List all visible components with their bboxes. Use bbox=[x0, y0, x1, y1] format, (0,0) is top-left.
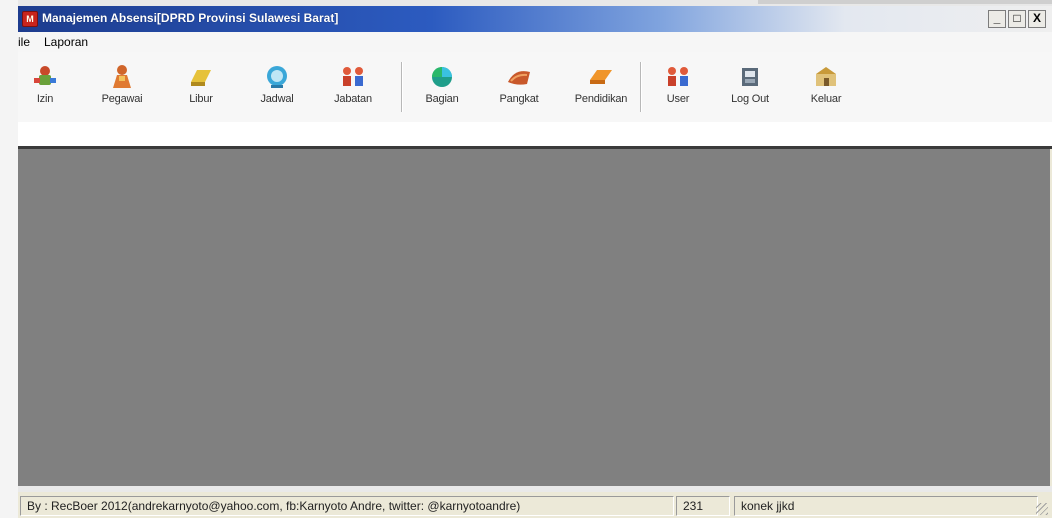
toolbar-user-button[interactable]: User bbox=[643, 58, 713, 118]
toolbar-label: User bbox=[666, 93, 690, 105]
toolbar-label: Pegawai bbox=[101, 93, 143, 105]
toolbar-label: Pendidikan bbox=[574, 93, 628, 105]
libur-icon bbox=[191, 70, 211, 86]
toolbar-separator bbox=[401, 62, 403, 112]
status-connection: konek jjkd bbox=[734, 496, 1038, 516]
toolbar-libur-button[interactable]: Libur bbox=[166, 58, 236, 118]
window-controls: _ □ X bbox=[988, 10, 1046, 28]
status-bar: By : RecBoer 2012(andrekarnyoto@yahoo.co… bbox=[18, 492, 1052, 518]
minimize-button[interactable]: _ bbox=[988, 10, 1006, 28]
toolbar-label: Keluar bbox=[810, 93, 842, 105]
toolbar-label: Jadwal bbox=[260, 93, 294, 105]
toolbar-label: Jabatan bbox=[334, 93, 372, 105]
user-icon bbox=[668, 67, 688, 86]
window-title: Manajemen Absensi[DPRD Provinsi Sulawesi… bbox=[42, 11, 339, 25]
toolbar-pangkat-button[interactable]: Pangkat bbox=[484, 58, 554, 118]
izin-icon bbox=[34, 66, 56, 85]
menu-laporan[interactable]: Laporan bbox=[44, 35, 88, 49]
restore-button[interactable]: □ bbox=[1008, 10, 1026, 28]
app-window: M Manajemen Absensi[DPRD Provinsi Sulawe… bbox=[0, 0, 1052, 518]
toolbar-label: Bagian bbox=[425, 93, 459, 105]
status-credit: By : RecBoer 2012(andrekarnyoto@yahoo.co… bbox=[20, 496, 674, 516]
jabatan-icon bbox=[343, 67, 363, 86]
app-icon[interactable]: M bbox=[22, 11, 38, 27]
toolbar-bagian-button[interactable]: Bagian bbox=[407, 58, 477, 118]
jadwal-icon bbox=[267, 66, 287, 88]
top-edge-segment bbox=[758, 0, 1052, 4]
toolbar-pendidikan-button[interactable]: Pendidikan bbox=[566, 58, 636, 118]
menu-file[interactable]: ile bbox=[18, 35, 30, 49]
logout-icon bbox=[742, 68, 758, 86]
toolbar-label: Izin bbox=[36, 93, 54, 105]
toolbar-spacer bbox=[18, 122, 1052, 146]
bagian-icon bbox=[432, 67, 452, 87]
close-button[interactable]: X bbox=[1028, 10, 1046, 28]
toolbar-izin-button[interactable]: Izin bbox=[10, 58, 80, 118]
toolbar-label: Libur bbox=[189, 93, 213, 105]
pangkat-icon bbox=[508, 71, 530, 85]
pegawai-icon bbox=[113, 65, 131, 88]
toolbar-label: Log Out bbox=[731, 93, 769, 105]
status-count: 231 bbox=[676, 496, 730, 516]
menu-bar: ile Laporan bbox=[18, 32, 1052, 52]
toolbar: Izin Pegawai Libur Jadwal Jabatan Bagian… bbox=[18, 52, 1052, 122]
title-bar[interactable]: M Manajemen Absensi[DPRD Provinsi Sulawe… bbox=[18, 6, 1052, 32]
toolbar-pegawai-button[interactable]: Pegawai bbox=[87, 58, 157, 118]
toolbar-jabatan-button[interactable]: Jabatan bbox=[318, 58, 388, 118]
toolbar-logout-button[interactable]: Log Out bbox=[715, 58, 785, 118]
pendidikan-icon bbox=[590, 70, 612, 84]
toolbar-label: Pangkat bbox=[499, 93, 539, 105]
resize-grip-icon[interactable] bbox=[1036, 503, 1048, 515]
toolbar-keluar-button[interactable]: Keluar bbox=[791, 58, 861, 118]
toolbar-separator bbox=[640, 62, 642, 112]
mdi-client-area[interactable] bbox=[18, 149, 1050, 486]
toolbar-jadwal-button[interactable]: Jadwal bbox=[242, 58, 312, 118]
keluar-icon bbox=[816, 67, 836, 86]
